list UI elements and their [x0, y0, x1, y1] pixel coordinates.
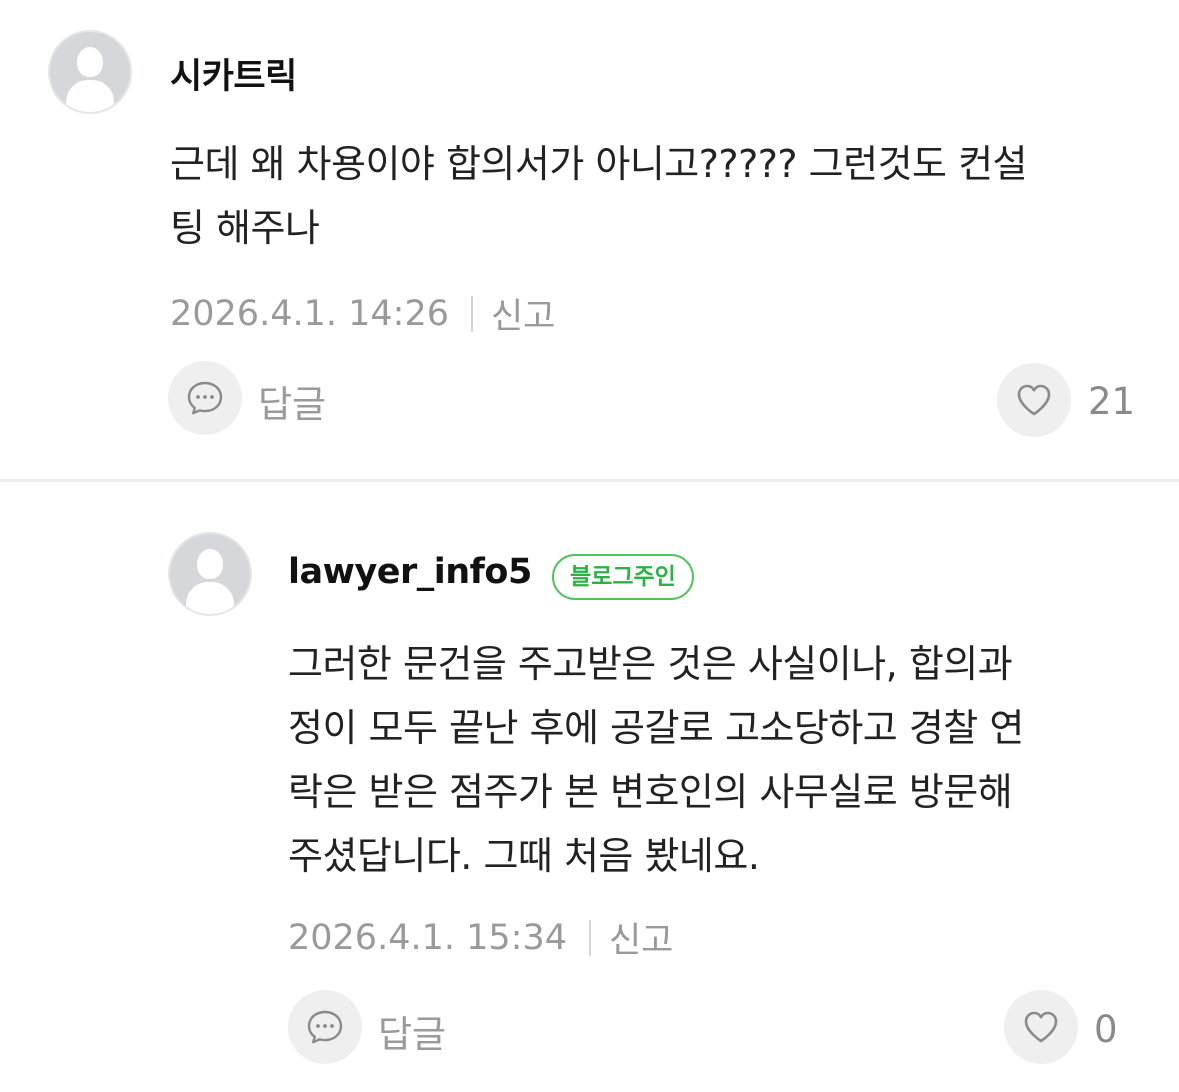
comment-item: 시카트릭 근데 왜 차용이야 합의서가 아니고????? 그런것도 컨설 팅 해… [0, 0, 1179, 480]
report-link[interactable]: 신고 [491, 288, 555, 339]
like-button[interactable] [1004, 990, 1078, 1064]
reply-button[interactable] [168, 361, 242, 435]
avatar[interactable] [48, 30, 132, 114]
avatar[interactable] [168, 532, 252, 616]
comment-text-line: 주셨답니다. 그때 처음 봤네요. [288, 834, 760, 878]
speech-bubble-icon [307, 1010, 343, 1044]
comment-date: 2026.4.1. 15:34 [288, 917, 567, 958]
meta-separator [588, 919, 591, 956]
comment-text: 그러한 문건을 주고받은 것은 사실이나, 합의과 정이 모두 끝난 후에 공갈… [288, 632, 1024, 888]
comment-text-line: 정이 모두 끝난 후에 공갈로 고소당하고 경찰 연 [288, 706, 1024, 750]
comment-meta: 2026.4.1. 14:26 신고 [170, 288, 555, 339]
speech-bubble-icon [187, 381, 223, 415]
blog-owner-badge: 블로그주인 [552, 554, 694, 600]
reply-button[interactable] [288, 990, 362, 1064]
heart-icon [1017, 384, 1051, 416]
like-button[interactable] [997, 363, 1071, 437]
comment-text-line: 근데 왜 차용이야 합의서가 아니고????? 그런것도 컨설 [170, 142, 1028, 186]
like-count: 0 [1094, 1008, 1118, 1051]
reply-label[interactable]: 답글 [258, 374, 326, 428]
avatar-body [66, 80, 114, 112]
reply-comment-item: lawyer_info5 블로그주인 그러한 문건을 주고받은 것은 사실이나,… [0, 482, 1179, 1092]
avatar-head [77, 47, 103, 77]
comment-text-line: 락은 받은 점주가 본 변호인의 사무실로 방문해 [288, 770, 1013, 814]
comment-date: 2026.4.1. 14:26 [170, 293, 449, 334]
comment-text-line: 그러한 문건을 주고받은 것은 사실이나, 합의과 [288, 642, 1013, 686]
report-link[interactable]: 신고 [609, 912, 673, 963]
heart-icon [1024, 1011, 1058, 1043]
comment-author[interactable]: lawyer_info5 [288, 552, 532, 592]
comment-text-line: 팅 해주나 [170, 206, 320, 250]
avatar-body [186, 582, 234, 614]
comment-meta: 2026.4.1. 15:34 신고 [288, 912, 673, 963]
like-count: 21 [1088, 380, 1136, 423]
comment-author[interactable]: 시카트릭 [170, 48, 297, 99]
avatar-head [197, 549, 223, 579]
meta-separator [470, 295, 473, 332]
reply-label[interactable]: 답글 [378, 1004, 446, 1058]
comment-text: 근데 왜 차용이야 합의서가 아니고????? 그런것도 컨설 팅 해주나 [170, 132, 1028, 260]
